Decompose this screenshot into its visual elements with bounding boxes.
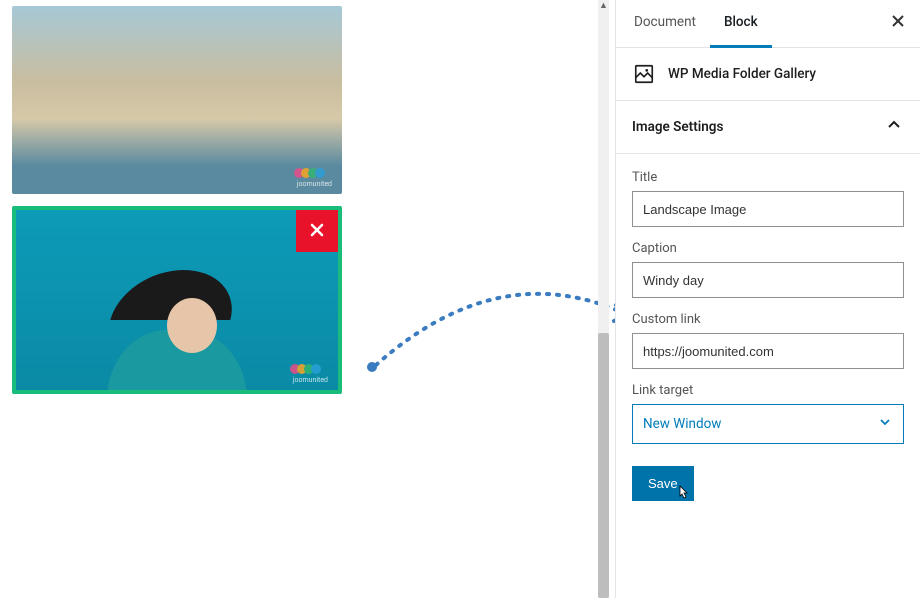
image-thumbnail: joomunited xyxy=(16,210,338,390)
remove-image-button[interactable] xyxy=(296,210,338,252)
close-icon xyxy=(890,13,906,34)
image-thumbnail: joomunited xyxy=(12,6,342,194)
title-input[interactable] xyxy=(632,191,904,227)
panel-image-settings-toggle[interactable]: Image Settings xyxy=(616,101,920,154)
link-target-select[interactable]: New Window xyxy=(632,404,904,444)
scrollbar-thumb[interactable] xyxy=(598,333,609,598)
gallery-image-2[interactable]: joomunited xyxy=(12,206,342,394)
scroll-up-arrow[interactable]: ▲ xyxy=(598,0,609,12)
panel-image-settings-body: Title Caption Custom link Link target Ne… xyxy=(616,154,920,517)
gallery-image-1[interactable]: joomunited xyxy=(12,6,342,194)
inspector-sidebar: Document Block WP Media Folder Gallery I… xyxy=(615,0,920,598)
panel-title: Image Settings xyxy=(632,119,723,135)
gallery-block-icon xyxy=(632,62,656,86)
tab-document[interactable]: Document xyxy=(620,0,710,48)
tab-block[interactable]: Block xyxy=(710,0,772,48)
sidebar-tabs: Document Block xyxy=(616,0,920,48)
close-icon xyxy=(309,219,325,243)
editor-scrollbar[interactable]: ▲ xyxy=(598,0,609,598)
watermark: joomunited xyxy=(297,168,332,188)
watermark: joomunited xyxy=(293,364,328,384)
link-target-label: Link target xyxy=(632,383,904,398)
custom-link-label: Custom link xyxy=(632,312,904,327)
cursor-pointer-icon xyxy=(674,484,690,507)
chevron-down-icon xyxy=(877,414,893,434)
caption-input[interactable] xyxy=(632,262,904,298)
editor-canvas: joomunited joomunited xyxy=(0,0,608,598)
select-value: New Window xyxy=(643,416,721,432)
close-sidebar-button[interactable] xyxy=(880,6,916,42)
block-title: WP Media Folder Gallery xyxy=(668,66,816,82)
caption-label: Caption xyxy=(632,241,904,256)
block-card: WP Media Folder Gallery xyxy=(616,48,920,101)
title-label: Title xyxy=(632,170,904,185)
chevron-up-icon xyxy=(884,115,904,139)
save-button[interactable]: Save xyxy=(632,466,694,501)
custom-link-input[interactable] xyxy=(632,333,904,369)
